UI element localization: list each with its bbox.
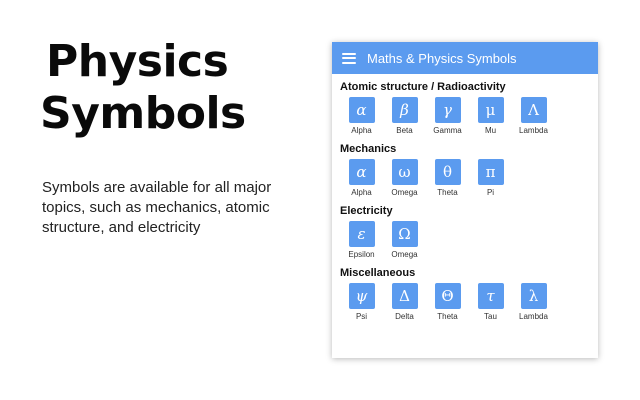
symbol-item-omega: Ω Omega (383, 221, 426, 260)
section-title: Mechanics (340, 143, 397, 155)
symbol-label: Delta (395, 312, 414, 321)
promo-title-line1: Physics (46, 36, 229, 87)
symbol-button-alpha[interactable]: α (348, 97, 375, 123)
symbol-label: Theta (437, 312, 458, 321)
symbol-row: α Alpha β Beta γ Gamma μ Mu Λ Lambda (340, 97, 598, 136)
symbol-item-gamma: γ Gamma (426, 97, 469, 136)
promo-description: Symbols are available for all major topi… (42, 179, 272, 236)
symbol-button-tau[interactable]: τ (477, 283, 504, 309)
symbols-panel: Maths & Physics Symbols Atomic structure… (332, 42, 598, 358)
promo-title-line2: Symbols (40, 88, 246, 139)
symbol-label: Tau (484, 312, 497, 321)
symbol-button-pi[interactable]: π (477, 159, 504, 185)
symbol-item-mu: μ Mu (469, 97, 512, 136)
symbol-item-lambda: Λ Lambda (512, 97, 555, 136)
symbol-button-alpha[interactable]: α (348, 159, 375, 185)
symbol-row: ψ Psi Δ Delta Θ Theta τ Tau λ Lambda (340, 283, 598, 322)
panel-body: Atomic structure / Radioactivity α Alpha β B… (332, 74, 598, 322)
symbol-label: Beta (396, 126, 413, 135)
symbol-row: ε Epsilon Ω Omega (340, 221, 598, 260)
section-title: Electricity (340, 205, 393, 217)
symbol-label: Alpha (351, 188, 372, 197)
symbol-label: Omega (391, 250, 418, 259)
panel-title: Maths & Physics Symbols (367, 50, 517, 66)
symbol-button-delta[interactable]: Δ (391, 283, 418, 309)
symbol-button-lambda[interactable]: λ (520, 283, 547, 309)
symbol-label: Psi (355, 312, 368, 321)
symbol-item-beta: β Beta (383, 97, 426, 136)
symbol-button-omega[interactable]: Ω (391, 221, 418, 247)
symbol-row: α Alpha ω Omega θ Theta π Pi (340, 159, 598, 198)
symbol-label: Mu (484, 126, 497, 135)
symbol-label: Theta (437, 188, 458, 197)
symbol-item-epsilon: ε Epsilon (340, 221, 383, 260)
symbol-item-delta: Δ Delta (383, 283, 426, 322)
symbol-button-mu[interactable]: μ (477, 97, 504, 123)
promo-title: Physics Symbols (40, 36, 300, 140)
symbol-button-lambda[interactable]: Λ (520, 97, 547, 123)
symbol-item-theta: Θ Theta (426, 283, 469, 322)
symbol-button-theta[interactable]: Θ (434, 283, 461, 309)
symbol-label: Lambda (519, 126, 548, 135)
symbol-item-alpha: α Alpha (340, 159, 383, 198)
symbol-button-beta[interactable]: β (391, 97, 418, 123)
symbol-label: Gamma (433, 126, 462, 135)
panel-header: Maths & Physics Symbols (332, 42, 598, 74)
symbol-item-tau: τ Tau (469, 283, 512, 322)
section-title: Atomic structure / Radioactivity (340, 81, 506, 93)
symbol-item-pi: π Pi (469, 159, 512, 198)
symbol-label: Lambda (519, 312, 548, 321)
symbol-item-alpha: α Alpha (340, 97, 383, 136)
symbol-label: Pi (486, 188, 495, 197)
symbol-button-omega[interactable]: ω (391, 159, 418, 185)
symbol-button-theta[interactable]: θ (434, 159, 461, 185)
symbol-item-theta: θ Theta (426, 159, 469, 198)
symbol-item-omega: ω Omega (383, 159, 426, 198)
section-title: Miscellaneous (340, 267, 416, 279)
symbol-label: Omega (391, 188, 418, 197)
symbol-item-psi: ψ Psi (340, 283, 383, 322)
hamburger-menu-icon[interactable] (342, 52, 356, 64)
symbol-button-psi[interactable]: ψ (348, 283, 375, 309)
symbol-button-gamma[interactable]: γ (434, 97, 461, 123)
symbol-label: Epsilon (348, 250, 375, 259)
symbol-item-lambda: λ Lambda (512, 283, 555, 322)
symbol-button-epsilon[interactable]: ε (348, 221, 375, 247)
symbol-label: Alpha (351, 126, 372, 135)
